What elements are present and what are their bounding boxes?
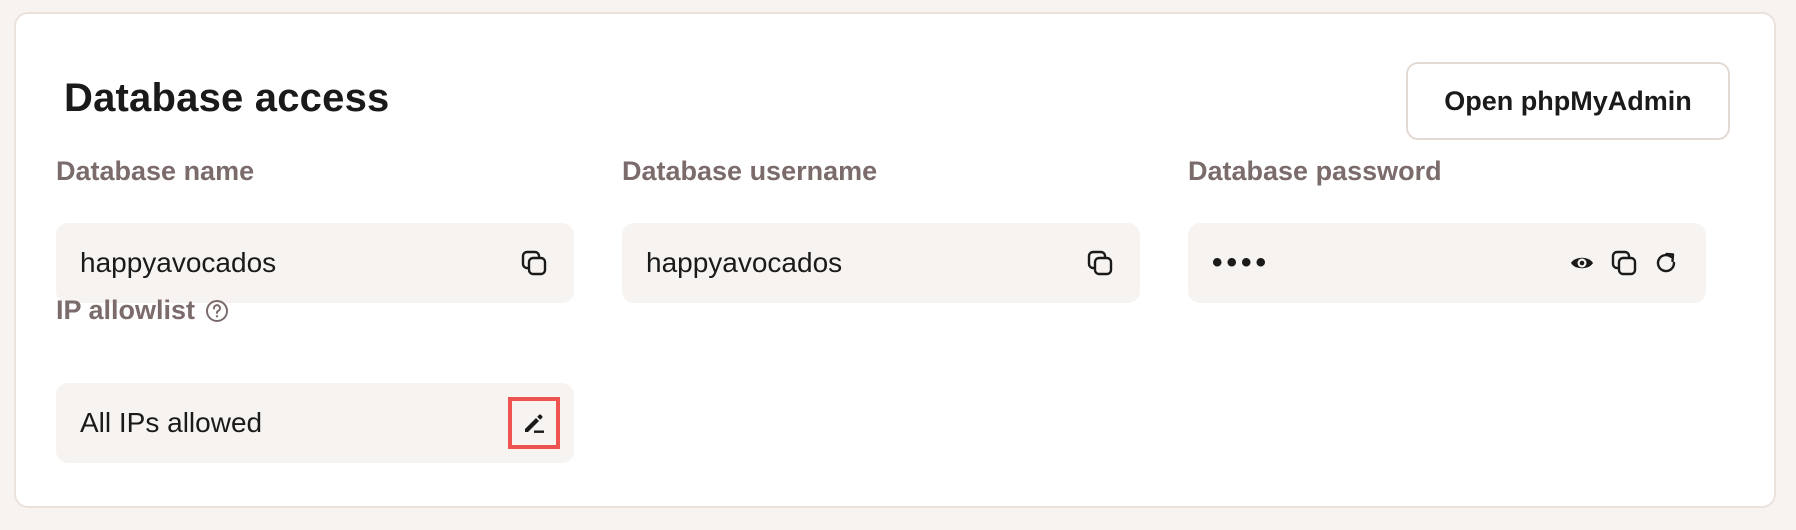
database-password-value: ••••: [1212, 246, 1271, 279]
open-phpmyadmin-button[interactable]: Open phpMyAdmin: [1406, 62, 1730, 140]
database-username-field: happyavocados: [622, 223, 1140, 303]
database-username-label: Database username: [622, 158, 877, 185]
database-access-card: Database access Open phpMyAdmin Database…: [14, 12, 1776, 508]
ip-allowlist-value: All IPs allowed: [80, 407, 263, 438]
eye-icon[interactable]: [1566, 247, 1598, 279]
ip-allowlist-label: IP allowlist: [56, 297, 229, 324]
database-password-label: Database password: [1188, 158, 1442, 185]
ip-allowlist-label-text: IP allowlist: [56, 295, 196, 325]
database-name-label-text: Database name: [56, 156, 255, 186]
database-password-label-text: Database password: [1188, 156, 1442, 186]
copy-icon[interactable]: [1608, 247, 1640, 279]
database-username-label-text: Database username: [622, 156, 878, 186]
edit-icon[interactable]: [518, 407, 550, 439]
copy-icon[interactable]: [1084, 247, 1116, 279]
help-icon[interactable]: [205, 299, 229, 323]
database-username-value: happyavocados: [646, 247, 843, 278]
section-title: Database access: [64, 76, 390, 120]
refresh-icon[interactable]: [1650, 247, 1682, 279]
edit-ip-allowlist-button[interactable]: [508, 397, 560, 449]
database-password-field: ••••: [1188, 223, 1706, 303]
copy-icon[interactable]: [518, 247, 550, 279]
database-name-label: Database name: [56, 158, 254, 185]
ip-allowlist-field: All IPs allowed: [56, 383, 574, 463]
database-name-value: happyavocados: [80, 247, 277, 278]
database-name-field: happyavocados: [56, 223, 574, 303]
